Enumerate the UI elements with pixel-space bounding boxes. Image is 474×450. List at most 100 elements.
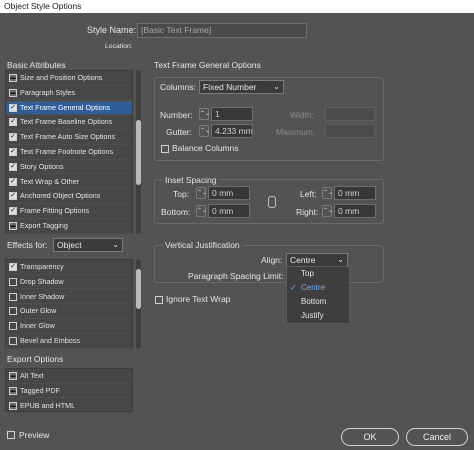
checkbox[interactable] <box>9 337 17 345</box>
inset-right-stepper[interactable]: ⌃⌄ <box>322 205 333 217</box>
checkbox[interactable]: ▬ <box>9 88 17 97</box>
ignore-text-wrap-checkbox[interactable] <box>155 296 163 304</box>
export-option-item-label: EPUB and HTML <box>20 400 76 410</box>
preview-label: Preview <box>19 430 50 440</box>
inset-left-label: Left: <box>300 189 317 199</box>
chevron-down-icon: ⌄ <box>112 240 119 249</box>
inset-left-stepper[interactable]: ⌃⌄ <box>322 187 333 199</box>
effect-item-label: Inner Shadow <box>20 291 65 301</box>
basic-attributes-scrollbar[interactable] <box>136 70 141 234</box>
basic-attribute-item[interactable]: ▬ Paragraph Styles <box>6 86 132 101</box>
basic-attribute-item[interactable]: ✓ Text Frame Auto Size Options <box>6 130 132 145</box>
inset-top-input[interactable]: 0 mm <box>208 186 250 200</box>
checkbox[interactable] <box>9 307 17 316</box>
checkbox[interactable]: ▬ <box>9 222 17 230</box>
checkbox[interactable]: ✓ <box>9 207 17 216</box>
inset-right-label: Right: <box>296 207 319 217</box>
menu-item-justify[interactable]: Justify <box>287 309 349 323</box>
gutter-label: Gutter: <box>166 127 192 137</box>
ok-button[interactable]: OK <box>341 428 399 446</box>
style-name-label: Style Name: <box>87 25 137 35</box>
basic-attribute-item[interactable]: ✓ Text Wrap & Other <box>6 175 132 190</box>
gutter-input[interactable]: 4.233 mm <box>211 124 253 138</box>
maximum-label: Maximum: <box>276 127 316 137</box>
balance-columns-checkbox[interactable] <box>161 145 169 153</box>
basic-attribute-item[interactable]: ✓ Text Frame General Options <box>6 100 132 116</box>
menu-item-top[interactable]: Top <box>287 267 349 281</box>
check-icon: ✓ <box>290 283 297 292</box>
effect-item[interactable]: Bevel and Emboss <box>6 334 132 349</box>
checkbox[interactable]: ✓ <box>9 118 17 127</box>
chevron-down-icon: ⌄ <box>337 255 344 264</box>
effects-scrollbar[interactable] <box>136 259 141 349</box>
section-title: Text Frame General Options <box>154 60 261 70</box>
export-option-item[interactable]: ▬ Tagged PDF <box>6 384 132 399</box>
checkbox[interactable]: ▬ <box>9 74 17 82</box>
checkbox[interactable]: ✓ <box>9 263 17 271</box>
cancel-button[interactable]: Cancel <box>406 428 468 446</box>
vertical-justification-title: Vertical Justification <box>163 240 242 250</box>
align-dropdown-menu: Top ✓ Centre Bottom Justify <box>286 266 350 324</box>
checkbox[interactable]: ✓ <box>9 133 17 142</box>
basic-attribute-item[interactable]: ▬ Size and Position Options <box>6 71 132 86</box>
menu-item-bottom[interactable]: Bottom <box>287 295 349 309</box>
basic-attribute-item-label: Text Wrap & Other <box>20 176 79 186</box>
width-label: Width: <box>290 110 315 120</box>
inset-bottom-input[interactable]: 0 mm <box>208 204 250 218</box>
checkbox[interactable]: ▬ <box>9 386 17 395</box>
effect-item[interactable]: Outer Glow <box>6 304 132 319</box>
effect-item[interactable]: ✓ Transparency <box>6 260 132 275</box>
menu-item-centre[interactable]: ✓ Centre <box>287 281 349 295</box>
inset-top-stepper[interactable]: ⌃⌄ <box>196 187 207 199</box>
effect-item-label: Outer Glow <box>20 306 57 316</box>
number-stepper[interactable]: ⌃⌄ <box>199 108 210 120</box>
basic-attributes-title: Basic Attributes <box>7 60 66 70</box>
align-select[interactable]: Centre ⌄ <box>286 253 348 267</box>
link-icon[interactable] <box>268 196 276 208</box>
export-option-item-label: Alt Text <box>20 371 44 380</box>
maximum-input <box>325 124 375 138</box>
checkbox[interactable] <box>9 322 17 331</box>
checkbox[interactable]: ▬ <box>9 401 17 410</box>
basic-attribute-item-label: Size and Position Options <box>20 73 103 82</box>
effect-item-label: Drop Shadow <box>20 276 64 286</box>
gutter-stepper[interactable]: ⌃⌄ <box>199 125 210 137</box>
effects-target-select[interactable]: Object ⌄ <box>53 238 123 252</box>
basic-attribute-item-label: Text Frame General Options <box>20 102 111 112</box>
checkbox[interactable]: ✓ <box>9 148 17 156</box>
columns-label: Columns: <box>160 82 196 92</box>
basic-attribute-item[interactable]: ▬ Export Tagging <box>6 219 132 234</box>
basic-attribute-item[interactable]: ✓ Text Frame Footnote Options <box>6 145 132 160</box>
checkbox[interactable] <box>9 292 17 301</box>
scrollbar-thumb[interactable] <box>136 269 141 309</box>
scrollbar-thumb[interactable] <box>136 120 141 185</box>
effect-item[interactable]: Inner Glow <box>6 319 132 334</box>
basic-attribute-item-label: Story Options <box>20 161 64 171</box>
checkbox[interactable]: ✓ <box>9 192 17 201</box>
number-input[interactable]: 1 <box>211 107 253 121</box>
effect-item[interactable]: Drop Shadow <box>6 275 132 290</box>
preview-checkbox[interactable] <box>7 431 15 439</box>
checkbox[interactable] <box>9 277 17 286</box>
columns-select[interactable]: Fixed Number ⌄ <box>199 80 284 94</box>
paragraph-spacing-label: Paragraph Spacing Limit: <box>188 271 284 281</box>
checkbox[interactable]: ✓ <box>9 103 17 112</box>
basic-attribute-item[interactable]: ✓ Story Options <box>6 160 132 175</box>
basic-attribute-item[interactable]: ✓ Text Frame Baseline Options <box>6 115 132 130</box>
inset-top-label: Top: <box>173 189 190 199</box>
basic-attribute-item-label: Frame Fitting Options <box>20 206 90 216</box>
inset-bottom-stepper[interactable]: ⌃⌄ <box>196 205 207 217</box>
export-option-item[interactable]: ▬ EPUB and HTML <box>6 399 132 414</box>
basic-attribute-item[interactable]: ✓ Anchored Object Options <box>6 189 132 204</box>
checkbox[interactable]: ✓ <box>9 177 17 186</box>
export-option-item-label: Tagged PDF <box>20 385 60 395</box>
basic-attribute-item[interactable]: ✓ Frame Fitting Options <box>6 204 132 219</box>
inset-left-input[interactable]: 0 mm <box>334 186 376 200</box>
inset-right-input[interactable]: 0 mm <box>334 204 376 218</box>
effect-item[interactable]: Inner Shadow <box>6 290 132 305</box>
checkbox[interactable]: ▬ <box>9 372 17 380</box>
export-option-item[interactable]: ▬ Alt Text <box>6 369 132 384</box>
checkbox[interactable]: ✓ <box>9 162 17 171</box>
style-name-input[interactable]: [Basic Text Frame] <box>137 23 307 38</box>
basic-attribute-item-label: Anchored Object Options <box>20 191 101 201</box>
